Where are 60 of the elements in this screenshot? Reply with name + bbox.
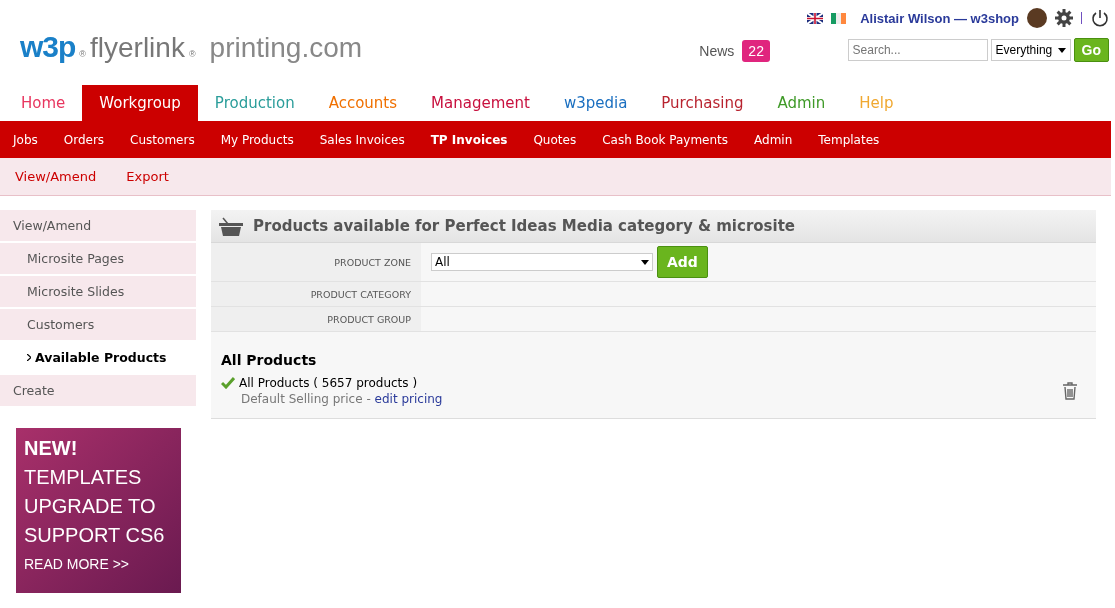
read-more-link[interactable]: READ MORE >> [24, 556, 173, 572]
sidebar-item[interactable]: Customers [0, 309, 196, 340]
field-label: PRODUCT CATEGORY [211, 282, 421, 306]
registered-mark: ® [188, 49, 196, 59]
panel-title: Products available for Perfect Ideas Media category & microsite [253, 217, 795, 235]
promo-text: UPGRADE TO [24, 494, 157, 519]
logo-mark: w3p [20, 30, 76, 64]
sub-tab[interactable]: Admin [741, 132, 806, 147]
main-tab[interactable]: w3pedia [546, 85, 645, 121]
main-tab[interactable]: Accounts [311, 85, 415, 121]
action-link[interactable]: View/Amend [0, 169, 112, 184]
main-tab[interactable]: Purchasing [644, 85, 761, 121]
sub-tab[interactable]: Customers [117, 132, 208, 147]
sub-tab[interactable]: Jobs [0, 132, 51, 147]
sub-tab[interactable]: Cash Book Payments [589, 132, 742, 147]
main-tab[interactable]: Admin [760, 85, 843, 121]
divider-icon [1081, 12, 1083, 24]
main-tab[interactable]: Home [4, 85, 83, 121]
flag-icon[interactable] [807, 12, 824, 24]
price-label: Default Selling price - [241, 392, 371, 406]
trash-icon[interactable] [1062, 382, 1078, 400]
section-title: All Products [220, 351, 318, 370]
avatar-icon[interactable] [1027, 8, 1047, 28]
sidebar-item[interactable]: View/Amend [0, 210, 196, 241]
field-label: PRODUCT ZONE [211, 243, 421, 281]
user-link[interactable]: Alistair Wilson — w3shop [860, 10, 1019, 26]
basket-icon [219, 216, 243, 236]
sub-tab[interactable]: Templates [805, 132, 893, 147]
scope-dropdown[interactable]: Everything [990, 39, 1071, 61]
main-tab[interactable]: Workgroup [82, 85, 198, 121]
search-field[interactable]: Search... [847, 39, 988, 61]
settings-icon[interactable] [1055, 9, 1073, 27]
sidebar-item[interactable]: Create [0, 375, 196, 406]
product-name: All Products ( 5657 products ) [239, 376, 418, 390]
caret-icon [641, 259, 649, 265]
news-label[interactable]: News [699, 43, 735, 59]
logo-site: printing.com [209, 32, 363, 64]
promo-text: TEMPLATES [24, 465, 143, 490]
sub-tab[interactable]: My Products [207, 132, 307, 147]
sub-tab[interactable]: Sales Invoices [306, 132, 418, 147]
sub-tab[interactable]: Orders [50, 132, 118, 147]
main-tab[interactable]: Management [414, 85, 547, 121]
news-count[interactable]: 22 [742, 40, 770, 62]
promo-text: NEW! [24, 436, 79, 461]
action-link[interactable]: Export [111, 169, 184, 184]
sub-tab[interactable]: TP Invoices [417, 132, 521, 147]
main-tab[interactable]: Production [197, 85, 312, 121]
sidebar-item[interactable]: Microsite Pages [0, 243, 196, 274]
sub-tab[interactable]: Quotes [520, 132, 590, 147]
promo-banner[interactable]: NEW! TEMPLATES UPGRADE TO SUPPORT CS6 READ MORE >> [16, 428, 181, 593]
caret-icon [1057, 47, 1066, 53]
power-icon[interactable] [1091, 9, 1109, 27]
field-label: PRODUCT GROUP [211, 307, 421, 331]
edit-pricing-link[interactable]: edit pricing [374, 392, 443, 406]
promo-text: SUPPORT CS6 [24, 523, 166, 548]
chevron-icon [27, 354, 31, 361]
sidebar-item[interactable]: Microsite Slides [0, 276, 196, 307]
registered-mark: ® [79, 49, 86, 59]
logo-brand: flyerlink [90, 32, 185, 64]
zone-dropdown[interactable]: All [431, 253, 653, 271]
